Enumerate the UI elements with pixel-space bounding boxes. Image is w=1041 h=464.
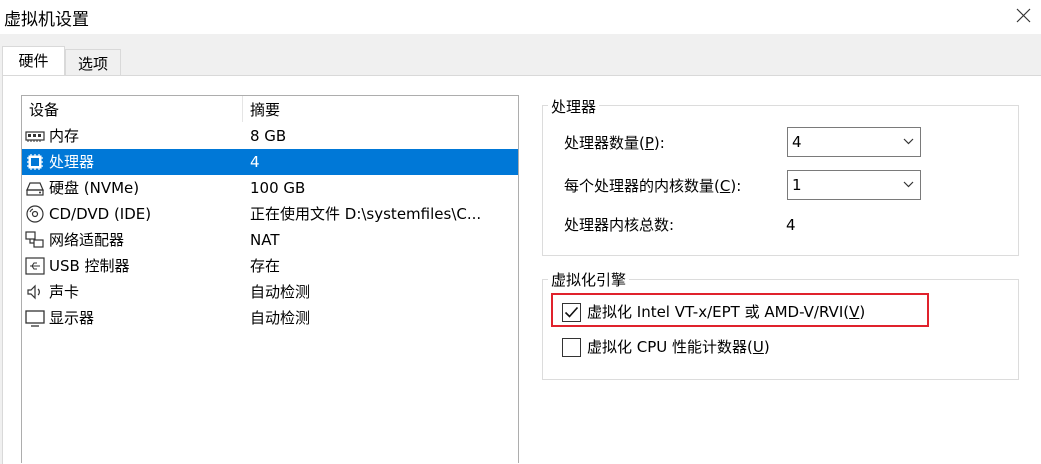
processor-icon (27, 154, 43, 170)
device-name: 硬盘 (NVMe) (49, 179, 140, 197)
usb-icon (25, 257, 45, 275)
device-name: 网络适配器 (49, 231, 125, 249)
device-row-cd-dvd[interactable]: CD/DVD (IDE) 正在使用文件 D:\systemfiles\C... (22, 201, 518, 227)
device-summary: 8 GB (250, 127, 287, 145)
tab-hardware[interactable]: 硬件 (2, 46, 65, 76)
checkbox-box[interactable] (562, 337, 581, 357)
processor-group-title: 处理器 (548, 98, 600, 116)
device-list-header: 设备 摘要 (22, 96, 518, 122)
device-summary: 存在 (250, 257, 281, 275)
device-name: 内存 (49, 127, 80, 145)
column-header-device[interactable]: 设备 (22, 96, 243, 122)
cores-per-processor-value: 1 (792, 176, 802, 194)
virtualization-engine-title: 虚拟化引擎 (548, 271, 630, 289)
processor-count-label: 处理器数量(P): (564, 134, 665, 152)
cores-per-processor-select[interactable]: 1 (787, 170, 921, 200)
device-summary: 自动检测 (250, 309, 311, 327)
hard-disk-icon (26, 182, 44, 196)
device-row-memory[interactable]: 内存 8 GB (22, 123, 518, 149)
device-name: 处理器 (49, 153, 95, 171)
total-cores-label: 处理器内核总数: (564, 216, 675, 234)
close-button[interactable] (1006, 0, 1041, 30)
device-row-display[interactable]: 显示器 自动检测 (22, 305, 518, 331)
chevron-down-icon (903, 138, 914, 145)
cpu-counters-checkbox-label: 虚拟化 CPU 性能计数器(U) (587, 338, 770, 356)
device-summary: 4 (250, 153, 260, 171)
device-row-processor[interactable]: 处理器 4 (22, 149, 518, 175)
device-row-usb[interactable]: USB 控制器 存在 (22, 253, 518, 279)
device-name: USB 控制器 (49, 257, 130, 275)
total-cores-value: 4 (786, 216, 796, 234)
highlight-annotation (551, 293, 929, 327)
device-name: CD/DVD (IDE) (49, 205, 152, 223)
cpu-counters-checkbox[interactable]: 虚拟化 CPU 性能计数器(U) (562, 337, 770, 357)
device-summary: NAT (250, 231, 280, 249)
device-name: 显示器 (49, 309, 95, 327)
cores-per-processor-label: 每个处理器的内核数量(C): (564, 177, 742, 195)
sound-card-icon (27, 284, 40, 300)
chevron-down-icon (903, 181, 914, 188)
display-icon (25, 310, 45, 327)
memory-icon (25, 131, 45, 142)
processor-count-value: 4 (792, 133, 802, 151)
device-row-sound-card[interactable]: 声卡 自动检测 (22, 279, 518, 305)
cd-dvd-icon (26, 205, 44, 223)
processor-count-select[interactable]: 4 (787, 127, 921, 157)
title-bar: 虚拟机设置 (0, 0, 1041, 34)
network-adapter-icon (25, 231, 44, 248)
device-summary: 正在使用文件 D:\systemfiles\C... (250, 205, 482, 223)
close-icon (1016, 8, 1031, 23)
window-title: 虚拟机设置 (4, 10, 89, 30)
device-list[interactable]: 设备 摘要 内存 8 GB 处理器 4 硬盘 (NVMe) 100 GB CD/… (21, 95, 519, 463)
device-row-network-adapter[interactable]: 网络适配器 NAT (22, 227, 518, 253)
column-header-summary[interactable]: 摘要 (243, 96, 520, 122)
device-summary: 自动检测 (250, 283, 311, 301)
device-row-hard-disk[interactable]: 硬盘 (NVMe) 100 GB (22, 175, 518, 201)
device-name: 声卡 (49, 283, 80, 301)
tab-options[interactable]: 选项 (65, 49, 121, 76)
device-summary: 100 GB (250, 179, 306, 197)
